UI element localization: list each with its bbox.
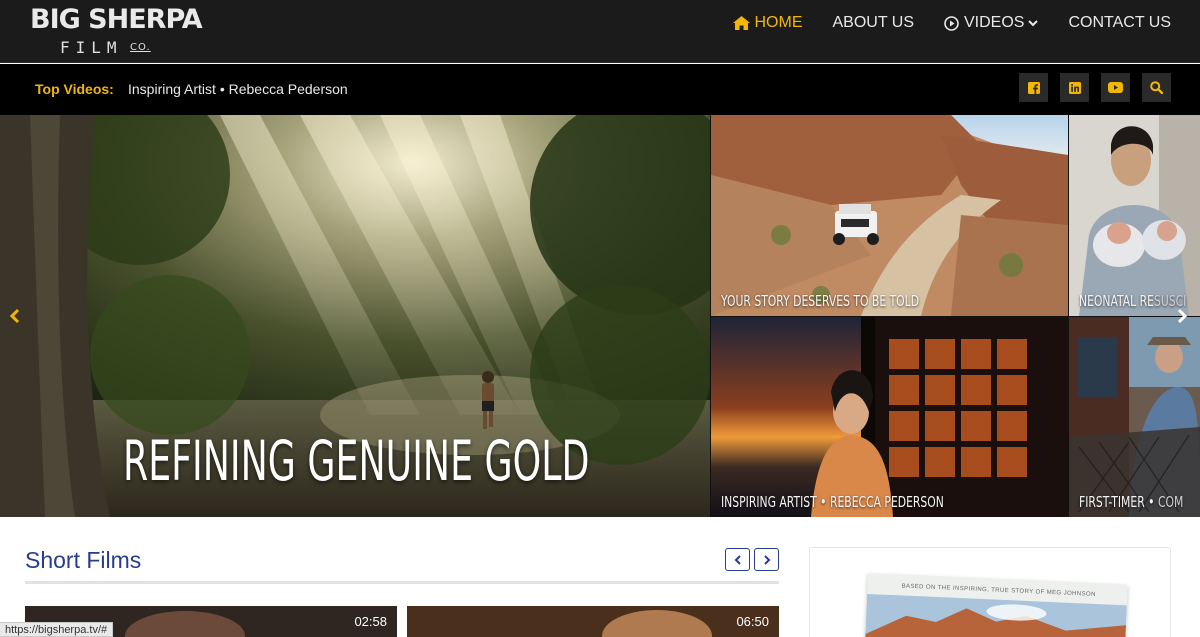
featured-tile-your-story[interactable]: YOUR STORY DESERVES TO BE TOLD [711, 115, 1068, 316]
nav-about-label: ABOUT US [832, 14, 915, 31]
tile-caption-your-story: YOUR STORY DESERVES TO BE TOLD [721, 292, 919, 310]
search-icon [1150, 81, 1163, 94]
video-duration: 02:58 [354, 614, 387, 629]
featured-main-tile[interactable]: REFINING GENUINE GOLD [0, 115, 710, 517]
featured-tile-inspiring-artist[interactable]: INSPIRING ARTIST • REBECCA PEDERSON [711, 317, 1068, 517]
chevron-right-icon [1177, 308, 1188, 324]
youtube-button[interactable] [1101, 73, 1130, 102]
film-poster[interactable]: BASED ON THE INSPIRING, TRUE STORY OF ME… [864, 574, 1128, 637]
mother-newborn-image [1069, 115, 1200, 316]
nav-contact-us[interactable]: CONTACT US [1068, 14, 1171, 32]
chevron-down-icon [1028, 20, 1039, 27]
nav-home-label: HOME [754, 14, 803, 31]
main-menu: HOME ABOUT US VIDEOS CONTACT US [732, 0, 1200, 46]
nav-videos[interactable]: VIDEOS [944, 14, 1039, 32]
tile-title: INSPIRING ARTIST • REBECCA PEDERSON [721, 493, 944, 511]
social-links [1007, 73, 1171, 102]
carousel-prev-button[interactable] [3, 301, 27, 331]
featured-videos-carousel: REFINING GENUINE GOLD YOUR STORY DESERVE… [0, 115, 1200, 517]
featured-tile-first-timer[interactable]: FIRST-TIMER • COM [1069, 317, 1200, 517]
featured-main-title: REFINING GENUINE GOLD [123, 429, 590, 493]
top-videos-title-link[interactable]: Inspiring Artist • Rebecca Pederson [128, 81, 348, 97]
tile-caption-inspiring-artist: INSPIRING ARTIST • REBECCA PEDERSON [721, 493, 944, 511]
logo-line-1: BIG SHERPA [30, 4, 203, 35]
tile-title: FIRST-TIMER • [1079, 493, 1158, 511]
linkedin-button[interactable] [1060, 73, 1089, 102]
nav-home[interactable]: HOME [732, 14, 803, 32]
chevron-right-icon [763, 554, 770, 565]
section-divider [25, 581, 779, 584]
browser-status-url: https://bigsherpa.tv/# [0, 622, 114, 637]
linkedin-icon [1068, 81, 1081, 94]
top-videos-bar: Top Videos: Inspiring Artist • Rebecca P… [0, 64, 1200, 115]
cowboy-image [1069, 317, 1200, 517]
tile-title: NEONATAL RE [1079, 292, 1154, 310]
facebook-button[interactable] [1019, 73, 1048, 102]
video-duration: 06:50 [736, 614, 769, 629]
top-videos-label: Top Videos: [35, 81, 114, 97]
short-films-prev-button[interactable] [725, 548, 750, 571]
chevron-left-icon [9, 308, 20, 324]
short-films-next-button[interactable] [754, 548, 779, 571]
featured-tile-neonatal[interactable]: NEONATAL RESUSCI [1069, 115, 1200, 316]
site-logo[interactable]: BIG SHERPA FILM CO. [30, 4, 203, 60]
nav-about-us[interactable]: ABOUT US [833, 14, 915, 32]
facebook-icon [1027, 81, 1040, 94]
play-circle-icon [944, 15, 959, 31]
tile-title-faded: COM [1157, 493, 1184, 511]
singer-sunset-image [711, 317, 1068, 517]
nav-videos-label: VIDEOS [964, 14, 1025, 31]
main-navbar: BIG SHERPA FILM CO. HOME ABOUT US VIDEOS… [0, 0, 1200, 63]
tile-caption-first-timer: FIRST-TIMER • COM [1079, 493, 1183, 511]
carousel-next-button[interactable] [1170, 301, 1194, 331]
logo-line-2: FILM [60, 38, 123, 57]
short-film-thumbnail[interactable]: 06:50 [407, 606, 779, 637]
desert-jeep-image [711, 115, 1068, 316]
youtube-icon [1108, 82, 1123, 93]
nav-contact-label: CONTACT US [1068, 14, 1171, 31]
video-thumbnail-image [407, 606, 779, 637]
chevron-left-icon [734, 554, 741, 565]
search-button[interactable] [1142, 73, 1171, 102]
tile-title: YOUR STORY DESERVES TO BE TOLD [721, 292, 920, 310]
home-icon [732, 16, 750, 30]
logo-line-3: CO. [130, 42, 151, 53]
short-films-heading: Short Films [25, 547, 142, 573]
